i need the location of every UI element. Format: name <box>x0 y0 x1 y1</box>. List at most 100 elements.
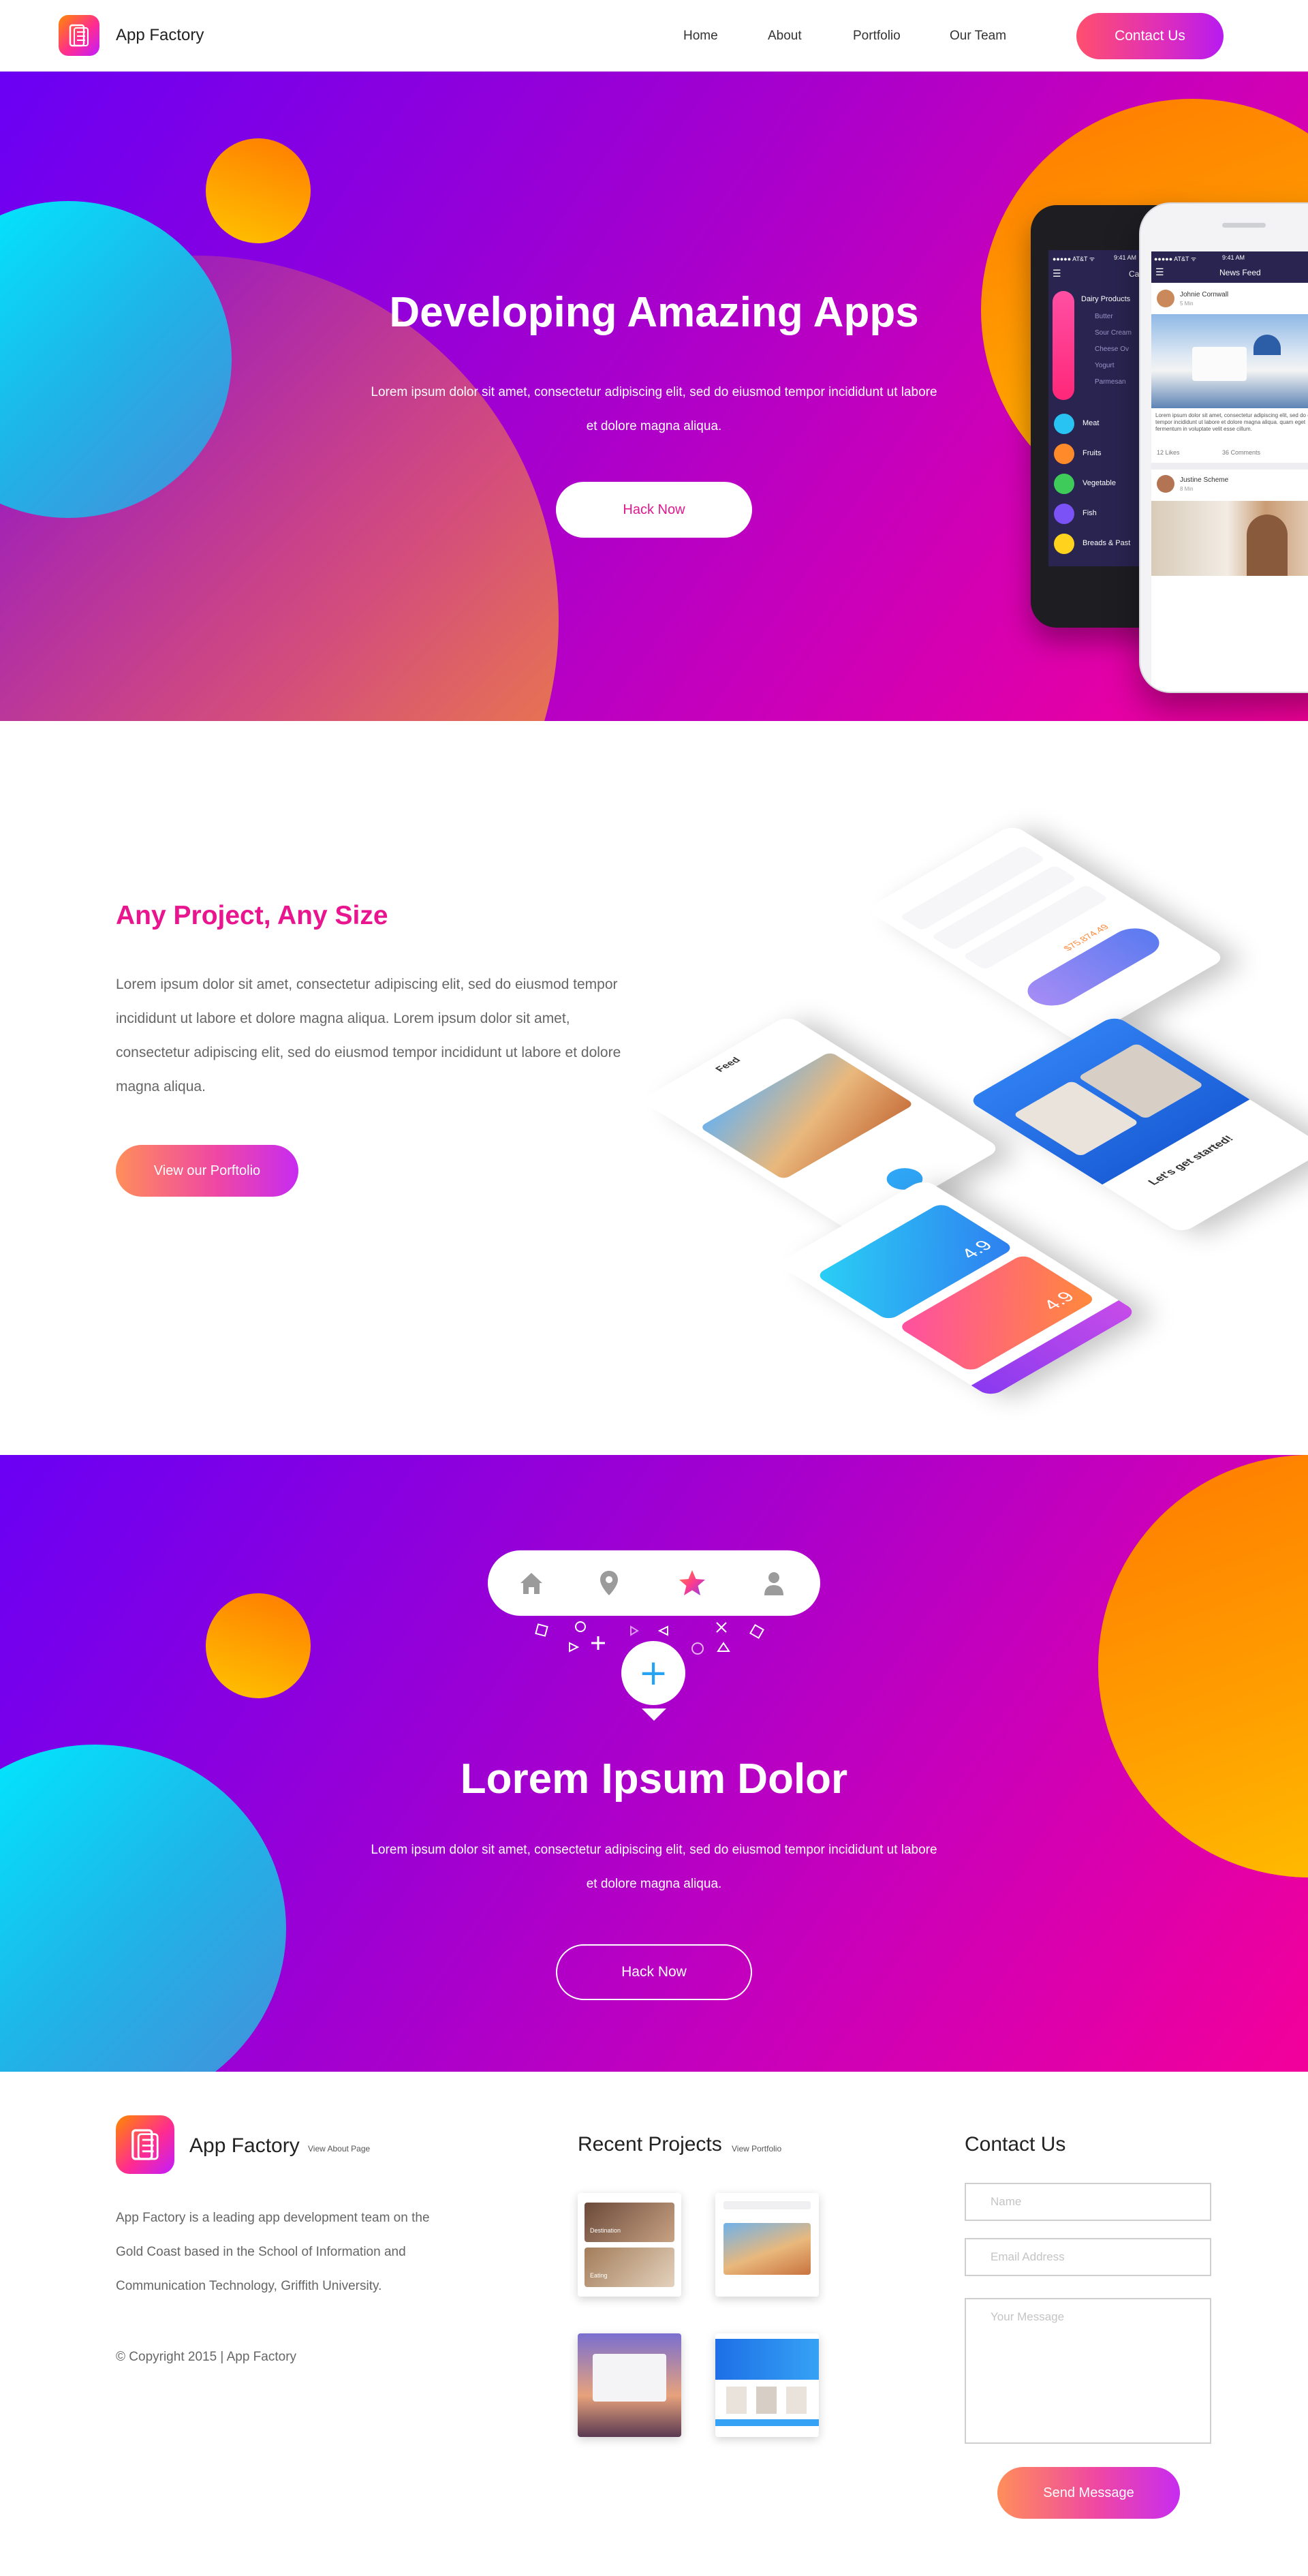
fish-icon <box>1054 504 1074 524</box>
image-dome <box>1254 335 1281 355</box>
hero-small-orange-circle <box>206 138 311 243</box>
hack-now-button[interactable]: Hack Now <box>556 482 752 538</box>
menu-icon: ☰ <box>1053 268 1061 279</box>
welcome-header <box>967 1015 1250 1185</box>
lorem-ipsum-section: + Lorem Ipsum Dolor Lorem ipsum dolor si… <box>0 1455 1308 2072</box>
post-text: Lorem ipsum dolor sit amet, consectetur … <box>1155 412 1308 432</box>
nav-link-about[interactable]: About <box>768 29 802 44</box>
phone-time: 9:41 AM <box>1114 254 1137 261</box>
section-description: Lorem ipsum dolor sit amet, consectetur … <box>116 977 621 1094</box>
star-icon[interactable] <box>676 1567 708 1599</box>
feed-divider <box>1151 463 1308 470</box>
image-building <box>1192 347 1247 381</box>
thumb-window <box>593 2354 666 2402</box>
recent-projects-title: Recent Projects <box>578 2133 722 2156</box>
message-field[interactable] <box>965 2298 1211 2444</box>
subcategory-item: Butter <box>1095 313 1113 320</box>
news-feed-title: News Feed <box>1219 268 1261 277</box>
thumb-card: Destination <box>585 2203 674 2242</box>
thumb-banner <box>715 2339 819 2380</box>
phone-mockup-news-feed: ●●●●● AT&T ᯤ 9:41 AM ☰ News Feed Johnie … <box>1139 202 1308 693</box>
app-screen-welcome: Let's get started! <box>967 1015 1308 1234</box>
nav-link-portfolio[interactable]: Portfolio <box>853 29 901 44</box>
section-title: Any Project, Any Size <box>116 901 388 930</box>
contact-us-button[interactable]: Contact Us <box>1076 13 1224 59</box>
category-item: Breads & Past <box>1083 539 1131 547</box>
add-plus-button[interactable]: + <box>621 1641 685 1705</box>
subcategory-item: Yogurt <box>1095 362 1115 369</box>
tab-bar-illustration <box>488 1550 820 1721</box>
tab-pointer <box>642 1708 666 1721</box>
news-feed-header: ●●●●● AT&T ᯤ 9:41 AM ☰ News Feed <box>1151 251 1308 283</box>
fruits-icon <box>1054 444 1074 464</box>
post-image-reading <box>1151 501 1308 576</box>
avatar <box>1157 290 1174 307</box>
category-item: Fish <box>1083 509 1097 517</box>
image-person <box>1247 515 1288 576</box>
home-icon[interactable] <box>515 1567 548 1599</box>
subcategory-item: Sour Cream <box>1095 329 1132 337</box>
post-author: Justine Scheme <box>1180 476 1229 484</box>
hero-description: Lorem ipsum dolor sit amet, consectetur … <box>371 385 937 433</box>
avatar <box>1157 475 1174 493</box>
phone-status: ●●●●● AT&T ᯤ <box>1053 256 1095 262</box>
post-author: Johnie Cornwall <box>1180 291 1229 298</box>
category-active: Dairy Products <box>1081 295 1131 303</box>
subcategory-item: Parmesan <box>1095 378 1126 386</box>
thumb-footer <box>715 2419 819 2426</box>
category-item: Vegetable <box>1083 479 1116 487</box>
hero-section: Developing Amazing Apps Lorem ipsum dolo… <box>0 72 1308 721</box>
name-field[interactable] <box>965 2183 1211 2221</box>
thumb-tile <box>726 2387 747 2414</box>
rating-value: 4.9 <box>1038 1288 1079 1313</box>
phone-status: ●●●●● AT&T ᯤ <box>1154 256 1197 262</box>
project-thumbnail-feed[interactable] <box>715 2193 819 2297</box>
contact-title: Contact Us <box>965 2133 1066 2156</box>
project-thumbnail-travel[interactable]: Destination Eating <box>578 2193 681 2297</box>
nav-link-our-team[interactable]: Our Team <box>950 29 1006 44</box>
comments-count[interactable]: 36 Comments <box>1222 449 1260 456</box>
post-time: 8 Min <box>1180 486 1194 492</box>
view-portfolio-link[interactable]: View Portfolio <box>732 2144 781 2153</box>
feed-image-venice <box>699 1051 915 1180</box>
post-time: 5 Min <box>1180 301 1194 307</box>
project-thumbnail-desktop[interactable] <box>578 2333 681 2437</box>
category-item: Meat <box>1083 419 1100 427</box>
brand-name[interactable]: App Factory <box>116 26 204 45</box>
thumb-card: Eating <box>585 2248 674 2287</box>
post-image-santorini <box>1151 314 1308 408</box>
thumb-tile <box>756 2387 777 2414</box>
phone-time: 9:41 AM <box>1222 254 1245 261</box>
nav-link-home[interactable]: Home <box>683 29 718 44</box>
likes-count[interactable]: 12 Likes <box>1157 449 1180 456</box>
feed-title: Feed <box>713 1056 743 1074</box>
section-description: Lorem ipsum dolor sit amet, consectetur … <box>371 1843 937 1891</box>
app-factory-logo-icon[interactable] <box>116 2115 174 2174</box>
category-item: Fruits <box>1083 449 1102 457</box>
top-navbar: App Factory Home About Portfolio Our Tea… <box>0 0 1308 72</box>
app-screen-notifications: $75,874.49 <box>865 824 1227 1043</box>
vegetable-icon <box>1054 474 1074 494</box>
view-portfolio-button[interactable]: View our Porftolio <box>116 1145 298 1197</box>
phone-speaker <box>1222 223 1266 228</box>
project-thumbnail-web[interactable] <box>715 2333 819 2437</box>
footer-about-text: App Factory is a leading app development… <box>116 2211 430 2293</box>
email-field[interactable] <box>965 2238 1211 2276</box>
breads-icon <box>1054 534 1074 554</box>
user-icon[interactable] <box>758 1567 790 1599</box>
thumb-tile <box>786 2387 807 2414</box>
copyright-text: © Copyright 2015 | App Factory <box>116 2350 297 2364</box>
menu-icon: ☰ <box>1155 266 1164 277</box>
hack-now-outline-button[interactable]: Hack Now <box>556 1944 752 2000</box>
location-pin-icon[interactable] <box>593 1567 625 1599</box>
subcategory-item: Cheese Ov <box>1095 346 1130 353</box>
rating-value: 4.9 <box>956 1237 997 1262</box>
send-message-button[interactable]: Send Message <box>997 2467 1180 2519</box>
s3-right-orange-circle <box>1098 1455 1308 1877</box>
view-about-page-link[interactable]: View About Page <box>308 2144 370 2153</box>
thumb-label: Eating <box>590 2272 608 2279</box>
app-factory-logo-icon[interactable] <box>59 15 99 56</box>
thumb-label: Destination <box>590 2227 621 2234</box>
thumb-image <box>723 2223 811 2275</box>
active-category-bar <box>1053 291 1074 400</box>
